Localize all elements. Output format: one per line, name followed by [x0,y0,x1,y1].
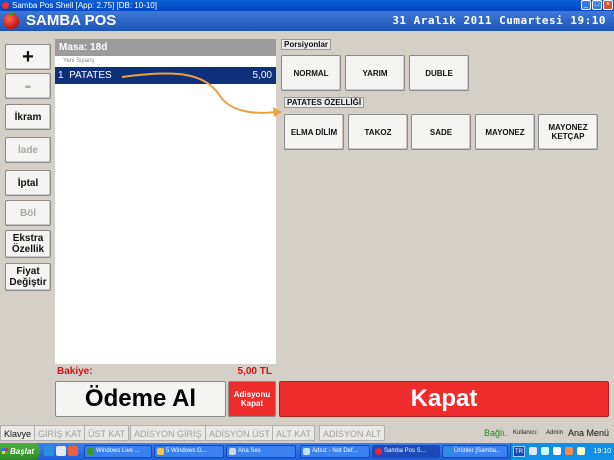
giris-kat-button[interactable]: GİRİŞ KAT [34,425,86,441]
adisyon-giris-button[interactable]: ADİSYON GİRİŞ [130,425,206,441]
property-mayonez-button[interactable]: MAYONEZ [475,114,535,150]
portion-duble-button[interactable]: DUBLE [409,55,469,91]
windows-live-icon [87,448,94,455]
function-bar: Klavye GİRİŞ KAT ÜST KAT ADİSYON GİRİŞ A… [0,425,614,442]
kapat-button[interactable]: Kapat [279,381,609,417]
task-urunler[interactable]: Ürünler [Samba... [442,445,508,458]
speaker-icon[interactable] [577,447,585,455]
start-button[interactable]: Başlat [0,443,40,460]
user-name: Admin [546,430,564,436]
ust-kat-button[interactable]: ÜST KAT [84,425,130,441]
portions-label: Porsiyonlar [281,39,332,50]
task-samba-pos[interactable]: Samba Pos S... [372,445,440,458]
notepad-icon [303,448,310,455]
connection-status: Bağlı. [484,428,508,438]
task-windows-live[interactable]: Windows Live ... [84,445,152,458]
network-icon[interactable] [541,447,549,455]
task-notepad[interactable]: Adsız - Not Def... [300,445,370,458]
adisyon-alt-button[interactable]: ADİSYON ALT [319,425,386,441]
browser-icon [445,448,452,455]
language-indicator[interactable]: TR [513,446,525,457]
property-sade-button[interactable]: SADE [411,114,471,150]
windows-taskbar: Başlat Windows Live ... 5 Windows G... A… [0,443,614,460]
properties-label: PATATES ÖZELLİĞİ [284,97,365,108]
quicklaunch-desktop-icon[interactable] [56,446,66,456]
samba-pos-icon [375,448,382,455]
adisyon-ust-button[interactable]: ADİSYON ÜST [205,425,275,441]
task-windows-explorer[interactable]: 5 Windows G... [154,445,224,458]
alt-kat-button[interactable]: ALT KAT [272,425,316,441]
quicklaunch-media-icon[interactable] [68,446,78,456]
folder-icon [157,448,164,455]
balance-row: Bakiye: 5,00 TL [55,366,276,380]
security-icon[interactable] [565,447,573,455]
volume-icon [229,448,236,455]
update-icon[interactable] [553,447,561,455]
portion-yarim-button[interactable]: YARIM [345,55,405,91]
odeme-al-button[interactable]: Ödeme Al [55,381,226,417]
property-takoz-button[interactable]: TAKOZ [348,114,408,150]
property-elma-dilim-button[interactable]: ELMA DİLİM [284,114,344,150]
show-hidden-icons-icon[interactable] [529,447,537,455]
klavye-button[interactable]: Klavye [0,425,36,441]
balance-label: Bakiye: [57,366,93,377]
quicklaunch-ie-icon[interactable] [44,446,54,456]
balance-value: 5,00 TL [237,366,272,377]
task-ana-ses[interactable]: Ana Ses [226,445,296,458]
main-menu-button[interactable]: Ana Menü [568,425,609,441]
system-tray: TR 19:10 [510,443,614,460]
adisyonu-kapat-button[interactable]: Adisyonu Kapat [228,381,276,417]
portion-normal-button[interactable]: NORMAL [281,55,341,91]
clock: 19:10 [593,448,611,455]
user-label: Kullanıcı: [513,430,538,436]
property-mayonez-ketcap-button[interactable]: MAYONEZ KETÇAP [538,114,598,150]
